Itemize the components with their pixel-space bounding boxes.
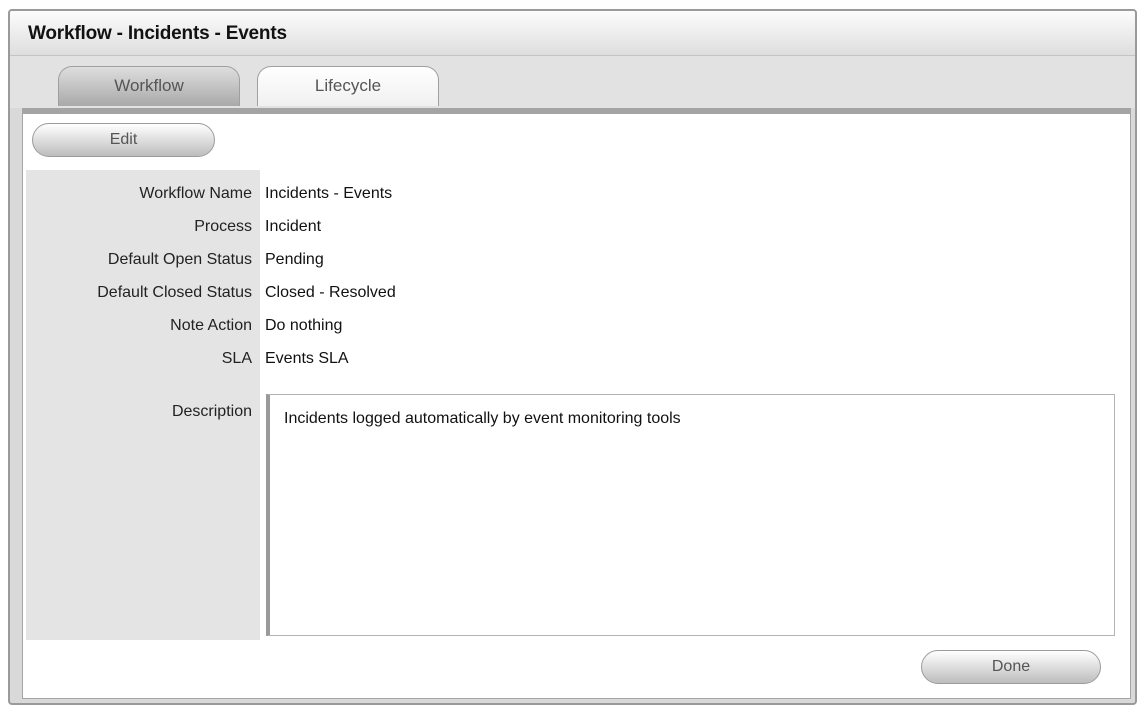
- workflow-dialog: Workflow - Incidents - Events Workflow L…: [8, 9, 1137, 705]
- note-action-label: Note Action: [170, 317, 252, 334]
- done-button[interactable]: Done: [921, 650, 1101, 684]
- tab-workflow[interactable]: Workflow: [58, 66, 240, 106]
- description-text: Incidents logged automatically by event …: [284, 410, 681, 427]
- default-closed-status-value: Closed - Resolved: [265, 284, 396, 301]
- sla-label: SLA: [221, 350, 252, 367]
- process-value: Incident: [265, 218, 322, 235]
- description-label: Description: [171, 403, 252, 420]
- dialog-title: Workflow - Incidents - Events: [28, 23, 287, 44]
- description-field[interactable]: Incidents logged automatically by event …: [266, 394, 1115, 636]
- default-open-status-value: Pending: [265, 251, 324, 268]
- process-label: Process: [194, 218, 252, 235]
- workflow-name-value: Incidents - Events: [265, 185, 393, 202]
- sla-value: Events SLA: [265, 350, 349, 367]
- workflow-detail-panel: Edit Workflow Name Process Default Open …: [22, 114, 1131, 699]
- tab-bar: Workflow Lifecycle: [10, 56, 1135, 108]
- tab-lifecycle[interactable]: Lifecycle: [257, 66, 439, 106]
- default-closed-status-label: Default Closed Status: [97, 284, 252, 301]
- note-action-value: Do nothing: [265, 317, 343, 334]
- edit-button[interactable]: Edit: [32, 123, 215, 157]
- workflow-name-label: Workflow Name: [139, 185, 252, 202]
- label-column: Workflow Name Process Default Open Statu…: [26, 170, 260, 640]
- default-open-status-label: Default Open Status: [107, 251, 252, 268]
- dialog-title-bar: Workflow - Incidents - Events: [10, 11, 1135, 56]
